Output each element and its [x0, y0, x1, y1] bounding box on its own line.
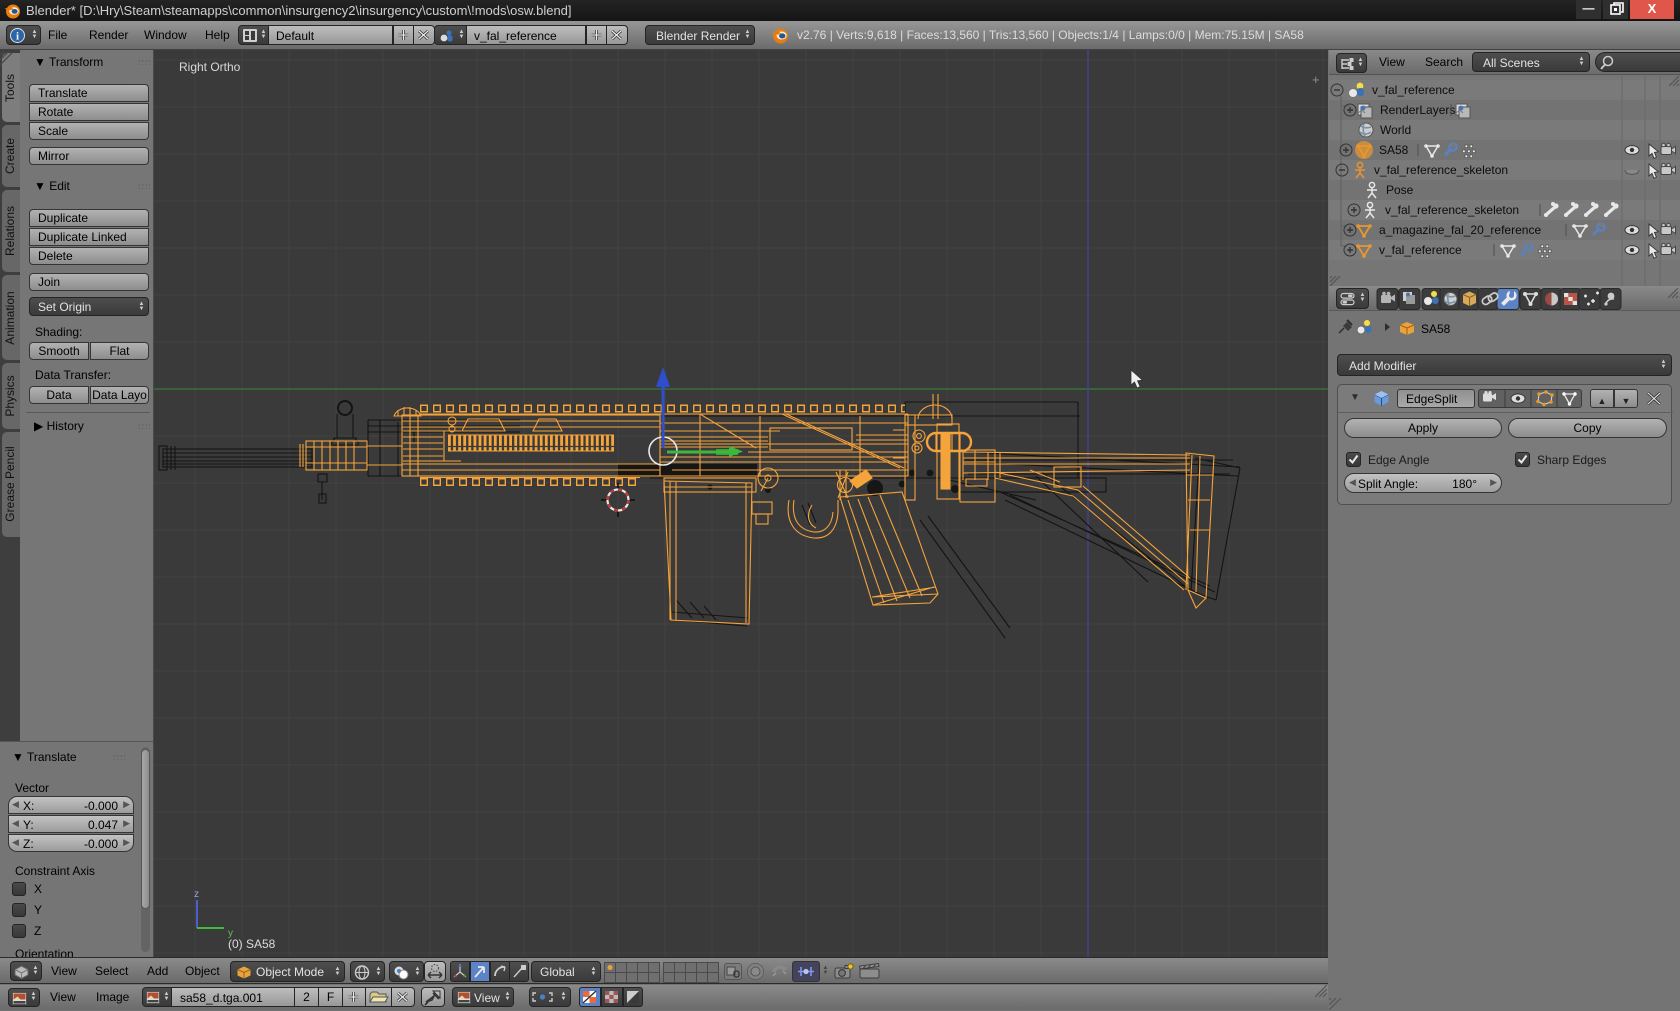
svg-text:Relations: Relations — [3, 206, 17, 256]
svg-text:Physics: Physics — [3, 375, 17, 416]
svg-text:+: + — [1312, 72, 1320, 87]
svg-text:Pose: Pose — [1386, 183, 1414, 197]
svg-text:v_fal_reference: v_fal_reference — [1379, 243, 1462, 257]
svg-text:Animation: Animation — [3, 291, 17, 344]
svg-text:Grease Pencil: Grease Pencil — [3, 446, 17, 521]
svg-text:a_magazine_fal_20_reference: a_magazine_fal_20_reference — [1379, 223, 1541, 237]
svg-text:Right Ortho: Right Ortho — [179, 60, 241, 74]
svg-text:i: i — [16, 31, 19, 43]
svg-text:v_fal_reference_skeleton: v_fal_reference_skeleton — [1374, 163, 1508, 177]
svg-text:Tools: Tools — [3, 74, 17, 102]
svg-text:v_fal_reference_skeleton: v_fal_reference_skeleton — [1385, 203, 1519, 217]
svg-text:z: z — [194, 889, 199, 900]
svg-text:World: World — [1380, 123, 1411, 137]
svg-text:v_fal_reference: v_fal_reference — [1372, 83, 1455, 97]
svg-text:(0) SA58: (0) SA58 — [228, 937, 276, 951]
svg-text:Create: Create — [3, 138, 17, 174]
svg-text:RenderLayers: RenderLayers — [1380, 103, 1455, 117]
svg-text:SA58: SA58 — [1379, 143, 1409, 157]
